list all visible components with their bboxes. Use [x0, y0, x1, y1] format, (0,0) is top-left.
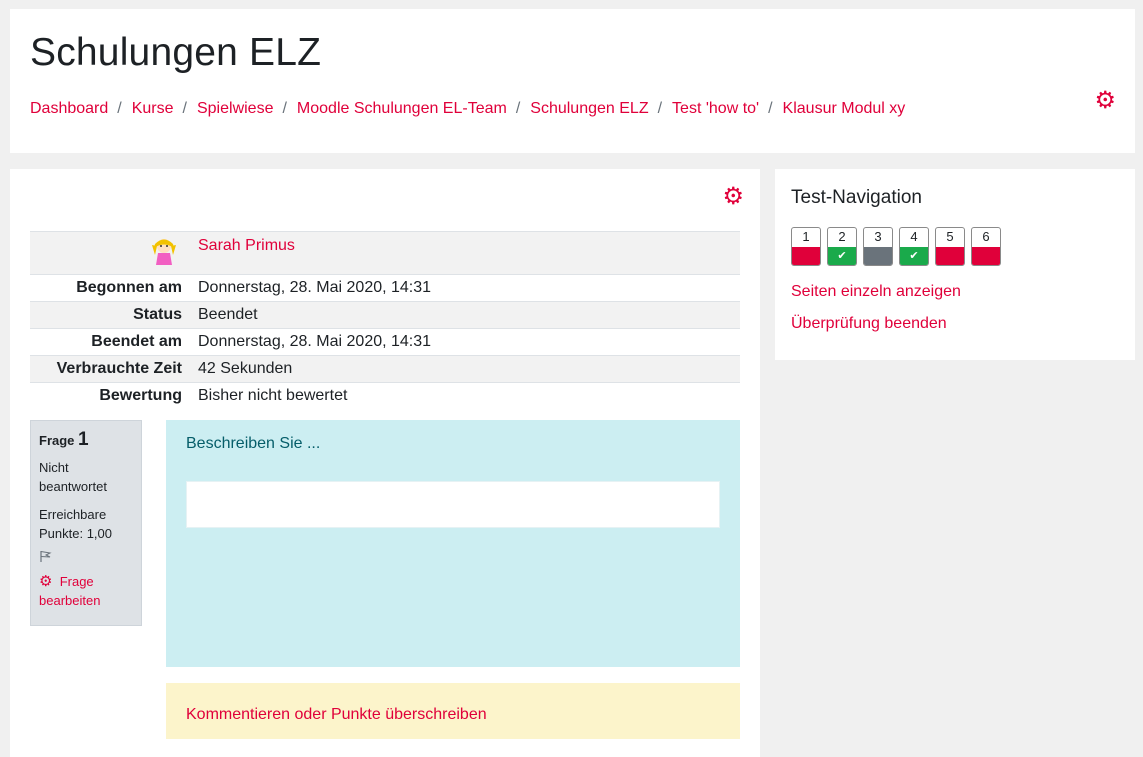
summary-value: Bisher nicht bewertet: [198, 387, 348, 405]
breadcrumb-separator: /: [282, 100, 287, 117]
summary-row-status: Status Beendet: [30, 301, 740, 329]
question-formulation: Beschreiben Sie ...: [166, 420, 740, 667]
gear-icon: ⚙: [39, 573, 53, 590]
question-state: Nicht beantwortet: [39, 460, 107, 494]
nav-question-status-bar: ✔: [828, 247, 856, 265]
breadcrumb-klausur-modul[interactable]: Klausur Modul xy: [783, 100, 906, 118]
nav-question-number: 3: [874, 229, 882, 244]
summary-label: Beendet am: [91, 333, 182, 350]
breadcrumb-spielwiese[interactable]: Spielwiese: [197, 100, 273, 118]
nav-question-status-bar: [792, 247, 820, 265]
nav-question-number: 6: [982, 229, 990, 244]
summary-row-grade: Bewertung Bisher nicht bewertet: [30, 382, 740, 410]
breadcrumb-separator: /: [768, 100, 773, 117]
checkmark-icon: ✔: [909, 250, 919, 262]
quiz-navigation-title: Test-Navigation: [791, 187, 922, 208]
page-header: Schulungen ELZ Dashboard / Kurse / Spielwi…: [10, 9, 1135, 153]
nav-question-number: 2: [838, 229, 846, 244]
user-avatar-cell: [30, 232, 190, 275]
quiz-navigation-block: Test-Navigation 1 2 ✔ 3 4 ✔ 5 6 Seiten e…: [775, 169, 1135, 360]
summary-label: Begonnen am: [76, 279, 182, 296]
breadcrumb: Dashboard / Kurse / Spielwiese / Moodle Sch…: [30, 100, 905, 118]
nav-question-button[interactable]: 6: [971, 227, 1001, 266]
review-panel: ⚙ Sarah Primus Begonnen am Donnerstag, 2…: [10, 169, 760, 757]
summary-row-started: Begonnen am Donnerstag, 28. Mai 2020, 14…: [30, 274, 740, 302]
user-name-cell: Sarah Primus: [190, 232, 740, 275]
summary-row-completed: Beendet am Donnerstag, 28. Mai 2020, 14:…: [30, 328, 740, 356]
comment-box: Kommentieren oder Punkte überschreiben: [166, 683, 740, 739]
breadcrumb-separator: /: [515, 100, 521, 117]
summary-row-time-taken: Verbrauchte Zeit 42 Sekunden: [30, 355, 740, 383]
checkmark-icon: ✔: [837, 250, 847, 262]
summary-label: Bewertung: [99, 387, 182, 405]
question-text: Beschreiben Sie ...: [186, 435, 321, 452]
comment-override-link[interactable]: Kommentieren oder Punkte überschreiben: [186, 706, 487, 724]
nav-question-status-bar: [972, 247, 1000, 265]
breadcrumb-moodle-schulungen[interactable]: Moodle Schulungen EL-Team: [297, 100, 507, 118]
edit-question-link[interactable]: ⚙ Frage bearbeiten: [39, 572, 133, 610]
summary-value: Donnerstag, 28. Mai 2020, 14:31: [198, 333, 432, 350]
nav-question-button[interactable]: 4 ✔: [899, 227, 929, 266]
breadcrumb-separator: /: [657, 100, 663, 117]
nav-question-button[interactable]: 5: [935, 227, 965, 266]
question-info-box: Frage 1 Nicht beantwortet Erreichbare Pu…: [30, 420, 142, 626]
nav-question-status-bar: ✔: [900, 247, 928, 265]
nav-question-button[interactable]: 1: [791, 227, 821, 266]
nav-question-status-bar: [864, 247, 892, 265]
summary-label: Verbrauchte Zeit: [56, 360, 182, 377]
breadcrumb-separator: /: [117, 100, 122, 117]
question-number: Frage 1: [39, 429, 89, 450]
summary-value: Donnerstag, 28. Mai 2020, 14:31: [198, 279, 432, 296]
finish-review-link[interactable]: Überprüfung beenden: [791, 315, 947, 333]
question-max-grade: Erreichbare Punkte: 1,00: [39, 507, 112, 541]
breadcrumb-separator: /: [182, 100, 187, 117]
breadcrumb-test-how-to[interactable]: Test 'how to': [672, 100, 759, 118]
nav-question-status-bar: [936, 247, 964, 265]
show-one-page-link[interactable]: Seiten einzeln anzeigen: [791, 283, 961, 301]
nav-question-number: 1: [802, 229, 810, 244]
nav-question-number: 4: [910, 229, 918, 244]
quiz-settings-gear-icon[interactable]: ⚙: [722, 185, 744, 209]
flag-icon[interactable]: [39, 550, 133, 566]
user-name-link[interactable]: Sarah Primus: [198, 237, 295, 254]
breadcrumb-dashboard[interactable]: Dashboard: [30, 100, 108, 118]
question-nav-buttons: 1 2 ✔ 3 4 ✔ 5 6: [791, 227, 1001, 266]
attempt-summary-table: Sarah Primus Begonnen am Donnerstag, 28.…: [30, 231, 740, 410]
avatar[interactable]: [146, 235, 182, 267]
breadcrumb-schulungen-elz[interactable]: Schulungen ELZ: [530, 100, 648, 118]
nav-question-button[interactable]: 2 ✔: [827, 227, 857, 266]
summary-value: 42 Sekunden: [198, 360, 293, 377]
summary-label: Status: [133, 306, 182, 323]
course-settings-gear-icon[interactable]: ⚙: [1094, 89, 1116, 113]
breadcrumb-kurse[interactable]: Kurse: [132, 100, 174, 118]
answer-field[interactable]: [186, 481, 720, 528]
summary-value: Beendet: [198, 306, 258, 323]
summary-row-user: Sarah Primus: [30, 231, 740, 275]
page-title: Schulungen ELZ: [30, 31, 322, 74]
nav-question-number: 5: [946, 229, 954, 244]
nav-question-button[interactable]: 3: [863, 227, 893, 266]
